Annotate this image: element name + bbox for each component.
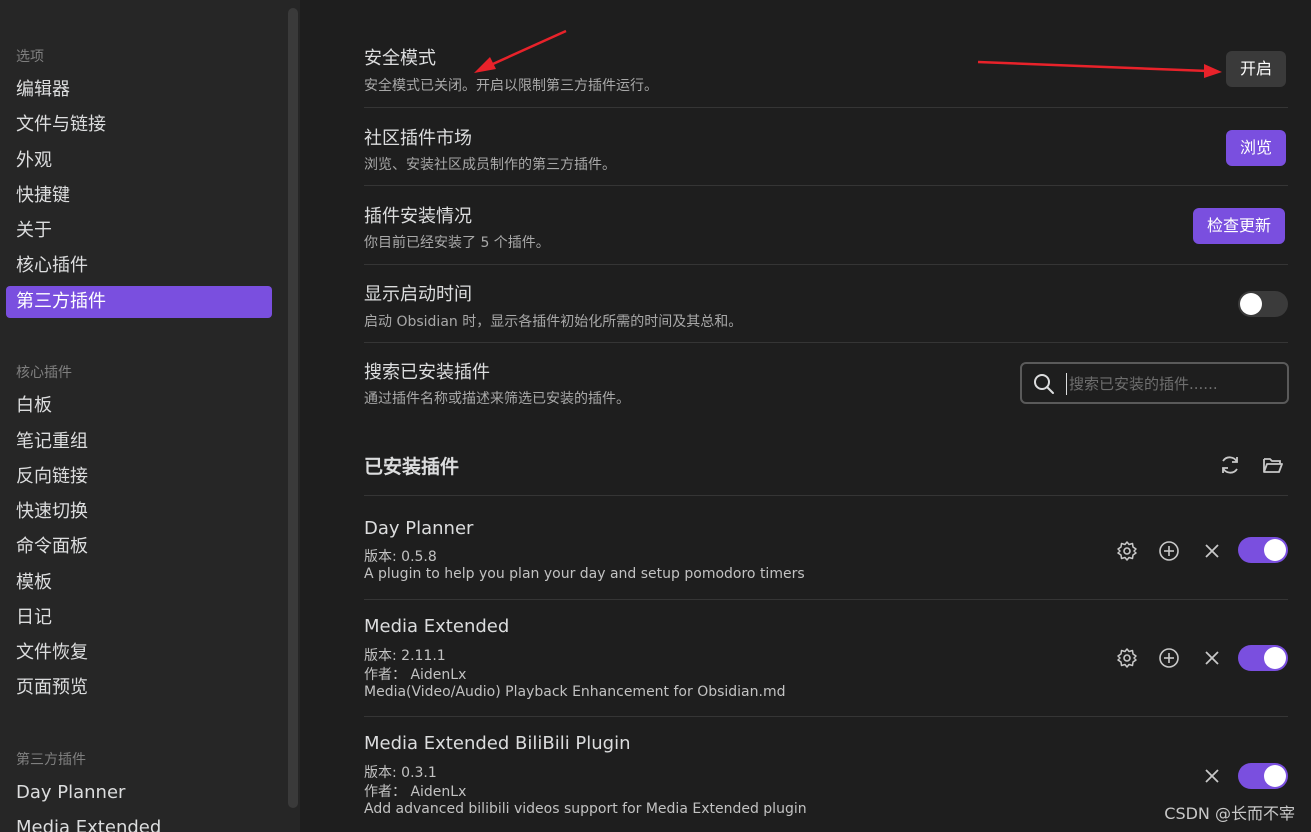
watermark: CSDN @长而不宰 [1164, 804, 1295, 823]
annotation-arrow-safe-mode [474, 29, 567, 73]
annotation-arrow-enable-button [977, 60, 1222, 78]
annotation-arrows [474, 29, 1222, 78]
